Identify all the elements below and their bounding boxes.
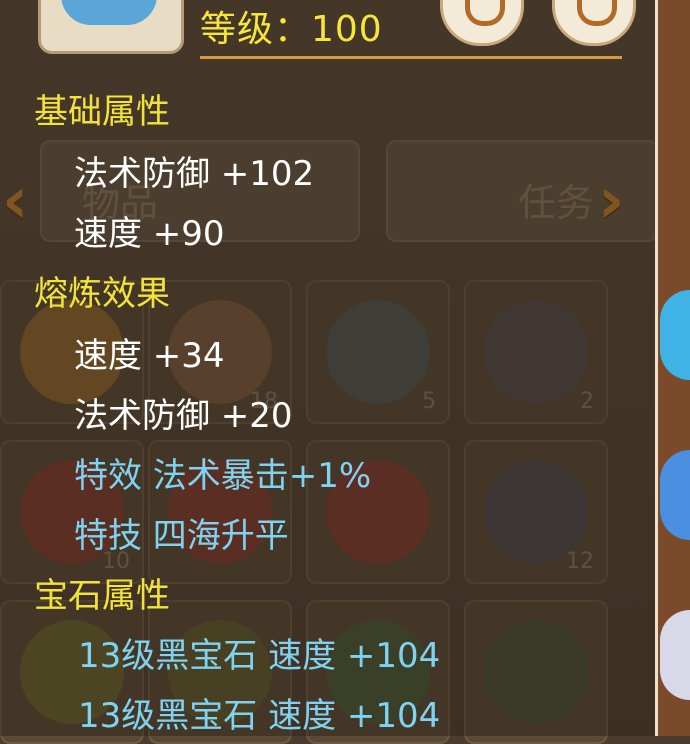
- blue-gem-icon[interactable]: [660, 290, 690, 380]
- item-level: 等级：100: [200, 9, 383, 50]
- attribute-line: 法术防御 +20: [74, 396, 293, 436]
- section-title-refine: 熔炼效果: [34, 274, 170, 314]
- blue-gem-icon[interactable]: [660, 450, 690, 540]
- section-title-gem: 宝石属性: [34, 576, 170, 616]
- item-portrait: [38, 0, 184, 54]
- share-icon: [465, 0, 505, 26]
- crystal-icon[interactable]: [660, 610, 690, 700]
- attribute-line: 速度 +34: [74, 336, 225, 376]
- special-effect-line: 特效 法术暴击+1%: [74, 456, 372, 496]
- section-title-base: 基础属性: [34, 92, 170, 132]
- side-item-strip: [655, 0, 690, 736]
- view-button[interactable]: [552, 0, 636, 46]
- gem-attribute-line: 13级黑宝石 速度 +104: [78, 636, 441, 676]
- gem-attribute-line: 13级黑宝石 速度 +104: [78, 696, 441, 736]
- special-skill-line: 特技 四海升平: [74, 516, 289, 556]
- gem-icon: [61, 0, 157, 25]
- eye-icon: [577, 0, 617, 26]
- share-button[interactable]: [440, 0, 524, 46]
- divider: [200, 56, 622, 59]
- attribute-line: 速度 +90: [74, 214, 225, 254]
- item-tooltip: 等级：100 基础属性 法术防御 +102 速度 +90 熔炼效果 速度 +34…: [0, 0, 655, 736]
- attribute-line: 法术防御 +102: [74, 154, 315, 194]
